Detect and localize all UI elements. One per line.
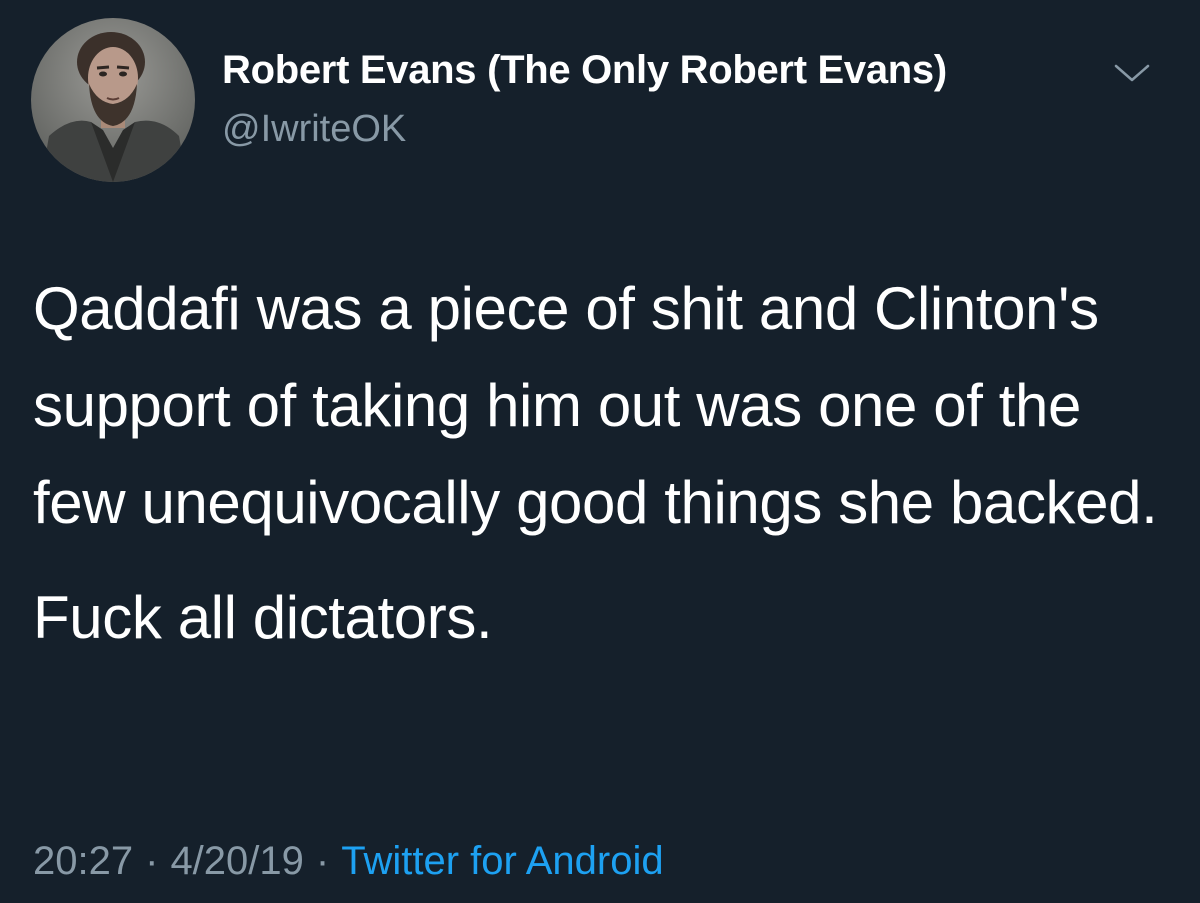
chevron-down-icon[interactable] [1108,58,1156,86]
tweet-meta: 20:27 · 4/20/19 · Twitter for Android [33,836,664,886]
user-handle[interactable]: @IwriteOK [222,106,406,152]
tweet-text: Qaddafi was a piece of shit and Clinton'… [33,260,1173,666]
tweet-source-link[interactable]: Twitter for Android [341,839,663,883]
tweet-paragraph: Qaddafi was a piece of shit and Clinton'… [33,275,1158,536]
meta-separator: · [145,839,159,883]
tweet-date[interactable]: 4/20/19 [170,839,303,883]
meta-separator: · [315,839,330,883]
avatar[interactable] [31,18,195,182]
avatar-image [31,18,195,182]
tweet: Robert Evans (The Only Robert Evans) @Iw… [0,0,1200,903]
tweet-time[interactable]: 20:27 [33,839,133,883]
tweet-paragraph: Fuck all dictators. [33,584,493,651]
display-name[interactable]: Robert Evans (The Only Robert Evans) [222,46,947,94]
